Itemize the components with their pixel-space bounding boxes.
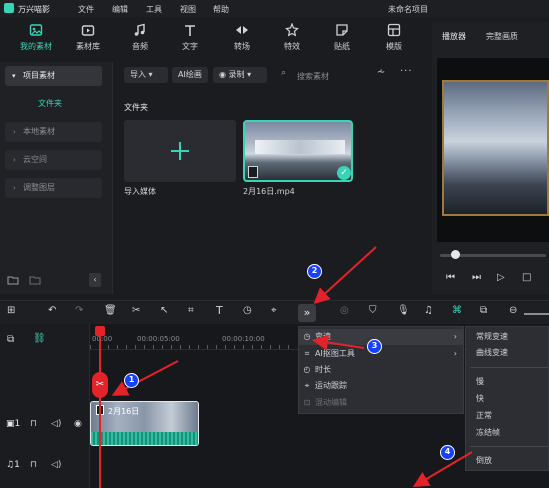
step-badge-4: 4 (440, 445, 455, 460)
arrow-2 (313, 246, 377, 305)
annotation-arrows (111, 246, 473, 488)
step-badge-2: 2 (307, 264, 322, 279)
arrow-3 (312, 334, 365, 351)
step-badge-1: 1 (124, 373, 139, 388)
step-badge-3: 3 (367, 339, 382, 354)
